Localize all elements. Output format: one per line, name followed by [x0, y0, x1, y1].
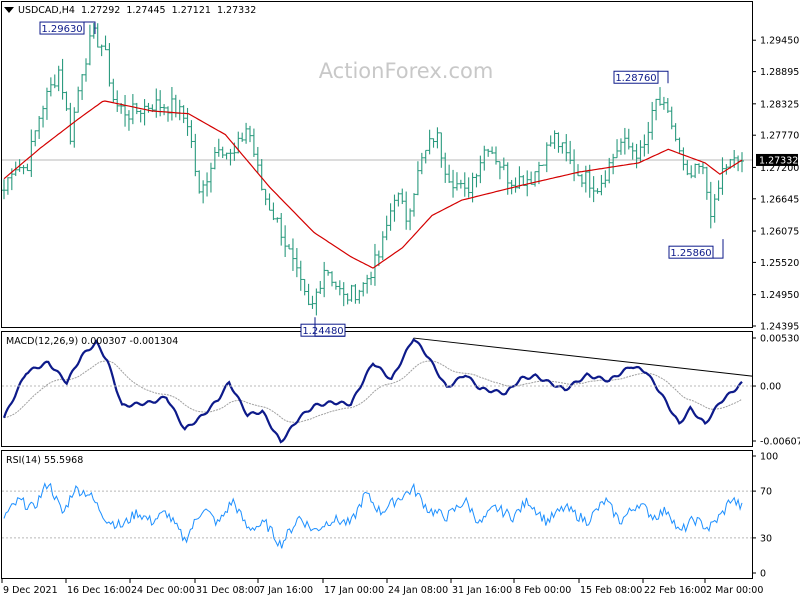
price-tick-label: 1.25520	[760, 258, 799, 269]
price-tick-label: 1.29450	[760, 36, 799, 47]
rsi-tick-label: 100	[760, 452, 778, 463]
x-tick-label: 9 Dec 2021	[3, 585, 58, 596]
price-panel-frame	[1, 1, 753, 328]
macd-panel-title: MACD(12,26,9) 0.000307 -0.001304	[6, 336, 178, 347]
price-tick-label: 1.28895	[760, 67, 799, 78]
x-tick-label: 24 Dec 00:00	[131, 585, 195, 596]
macd-tick-label: 0.00	[760, 382, 781, 393]
macd-tick-label: 0.005307	[760, 334, 800, 345]
callout-label: 1.24480	[302, 326, 343, 337]
x-tick-label: 7 Jan 16:00	[259, 585, 313, 596]
macd-tick-label: -0.006074	[760, 437, 800, 448]
price-tick-label: 1.28325	[760, 99, 799, 110]
current-price-label: 1.27332	[759, 155, 798, 166]
price-tick-label: 1.24950	[760, 290, 799, 301]
price-tick-label: 1.27770	[760, 131, 799, 142]
rsi-tick-label: 70	[760, 487, 772, 498]
x-tick-label: 24 Jan 08:00	[388, 585, 448, 596]
x-tick-label: 17 Jan 00:00	[324, 585, 384, 596]
rsi-panel-title: RSI(14) 55.5968	[6, 455, 83, 466]
rsi-tick-label: 0	[760, 569, 766, 580]
current-price-tag: 1.27332	[756, 153, 798, 166]
watermark: ActionForex.com	[319, 59, 494, 83]
x-tick-label: 8 Feb 00:00	[515, 585, 571, 596]
price-panel-title: USDCAD,H4 1.27292 1.27445 1.27121 1.2733…	[18, 5, 256, 16]
price-tick-label: 1.26645	[760, 194, 799, 205]
rsi-tick-label: 30	[760, 533, 772, 544]
callout-label: 1.28760	[615, 73, 656, 84]
rsi-panel-frame	[1, 450, 753, 579]
x-tick-label: 22 Feb 16:00	[644, 585, 706, 596]
x-tick-label: 2 Mar 00:00	[706, 585, 763, 596]
x-tick-label: 15 Feb 08:00	[580, 585, 642, 596]
x-tick-label: 31 Dec 08:00	[196, 585, 260, 596]
price-tick-label: 1.26075	[760, 227, 799, 238]
callout-label: 1.25860	[670, 248, 711, 259]
x-tick-label: 31 Jan 16:00	[452, 585, 512, 596]
x-tick-label: 16 Dec 16:00	[67, 585, 131, 596]
price-tick-label: 1.24395	[760, 322, 799, 333]
forex-chart: ActionForex.com 1.29630 1.24480 1.28760 1.2…	[1, 1, 800, 596]
callout-label: 1.29630	[41, 24, 82, 35]
